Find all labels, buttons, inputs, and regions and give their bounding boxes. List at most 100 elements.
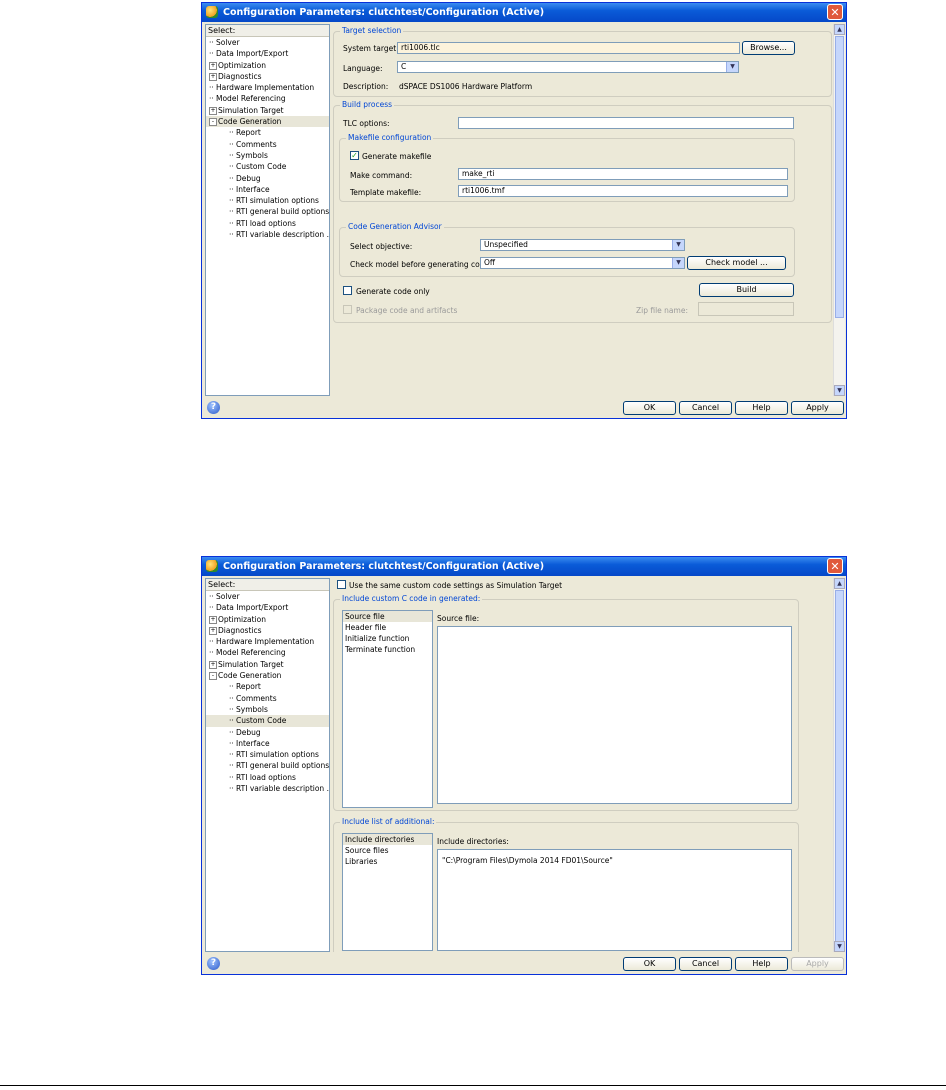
expand-icon[interactable]: +: [209, 615, 217, 624]
tree-item[interactable]: ·· Comments: [206, 139, 329, 150]
list-item[interactable]: Header file: [343, 622, 432, 633]
close-button[interactable]: ✕: [827, 558, 843, 574]
close-button[interactable]: ✕: [827, 4, 843, 20]
tree-item[interactable]: + Optimization: [206, 60, 329, 71]
build-button[interactable]: Build: [699, 283, 794, 297]
check-model-button[interactable]: Check model ...: [687, 256, 786, 270]
tree-item[interactable]: + Diagnostics: [206, 71, 329, 82]
expand-icon[interactable]: +: [209, 626, 217, 635]
scroll-thumb[interactable]: [835, 36, 844, 318]
generate-code-only-checkbox[interactable]: [343, 286, 352, 295]
tree-item[interactable]: ·· Interface: [206, 738, 329, 749]
tree-item[interactable]: ·· Data Import/Export: [206, 48, 329, 59]
list-item[interactable]: Source files: [343, 845, 432, 856]
description-value: dSPACE DS1006 Hardware Platform: [399, 82, 533, 91]
tree-item[interactable]: ·· Hardware Implementation: [206, 636, 329, 647]
cancel-button[interactable]: Cancel: [679, 401, 732, 415]
tree-item[interactable]: ·· RTI simulation options: [206, 195, 329, 206]
browse-button[interactable]: Browse...: [742, 41, 795, 55]
list-item[interactable]: Source file: [343, 611, 432, 622]
tree-item[interactable]: ·· Comments: [206, 693, 329, 704]
apply-button[interactable]: Apply: [791, 401, 844, 415]
scroll-up-icon[interactable]: ▲: [834, 578, 845, 589]
tree-item-label: RTI general build options: [236, 761, 330, 771]
vertical-scrollbar[interactable]: ▲ ▼: [833, 24, 845, 396]
tree-item[interactable]: ·· Solver: [206, 591, 329, 602]
collapse-icon[interactable]: -: [209, 672, 217, 681]
list-item[interactable]: Terminate function: [343, 644, 432, 655]
scroll-up-icon[interactable]: ▲: [834, 24, 845, 35]
help-button[interactable]: Help: [735, 957, 788, 971]
tree-item[interactable]: ·· Report: [206, 127, 329, 138]
system-target-input[interactable]: rti1006.tlc: [397, 42, 740, 54]
tree-item[interactable]: - Code Generation: [206, 116, 329, 128]
use-same-settings-checkbox[interactable]: [337, 580, 346, 589]
objective-select[interactable]: Unspecified ▼: [480, 239, 685, 251]
list-item[interactable]: Libraries: [343, 856, 432, 867]
tree-item[interactable]: + Simulation Target: [206, 105, 329, 116]
tree-item[interactable]: ·· Interface: [206, 184, 329, 195]
chevron-down-icon[interactable]: ▼: [726, 62, 738, 72]
include-list-section-list[interactable]: Include directories Source files Libraries: [342, 833, 433, 951]
include-directories-textarea[interactable]: "C:\Program Files\Dymola 2014 FD01\Sourc…: [437, 849, 792, 951]
tree-item[interactable]: - Code Generation: [206, 670, 329, 681]
chevron-down-icon[interactable]: ▼: [672, 240, 684, 250]
tree-item[interactable]: ·· RTI simulation options: [206, 749, 329, 760]
tree-item[interactable]: ·· Custom Code: [206, 715, 329, 727]
source-file-textarea[interactable]: [437, 626, 792, 804]
scroll-down-icon[interactable]: ▼: [834, 941, 845, 952]
tree-item[interactable]: ·· Debug: [206, 173, 329, 184]
tree-item[interactable]: ·· Symbols: [206, 704, 329, 715]
tree-item[interactable]: ·· RTI general build options: [206, 206, 329, 217]
expand-icon[interactable]: +: [209, 660, 217, 669]
scroll-down-icon[interactable]: ▼: [834, 385, 845, 396]
check-model-label: Check model before generating code:: [350, 260, 492, 269]
tree-connector: ··: [229, 184, 234, 194]
collapse-icon[interactable]: -: [209, 118, 217, 127]
help-icon[interactable]: ?: [207, 401, 220, 414]
tlc-options-input[interactable]: [458, 117, 794, 129]
list-item[interactable]: Include directories: [343, 834, 432, 845]
tree-item[interactable]: + Diagnostics: [206, 625, 329, 636]
cancel-button[interactable]: Cancel: [679, 957, 732, 971]
tree-item[interactable]: ·· Model Referencing: [206, 647, 329, 658]
tree-item[interactable]: ·· Custom Code: [206, 161, 329, 172]
tree-item[interactable]: ·· RTI general build options: [206, 760, 329, 771]
tree-item[interactable]: ·· RTI variable description ...: [206, 783, 329, 794]
template-makefile-input[interactable]: rti1006.tmf: [458, 185, 788, 197]
generate-makefile-checkbox[interactable]: ✓: [350, 151, 359, 160]
help-icon[interactable]: ?: [207, 957, 220, 970]
tree-item[interactable]: ·· RTI load options: [206, 772, 329, 783]
language-select[interactable]: C ▼: [397, 61, 739, 73]
tree-item[interactable]: ·· Solver: [206, 37, 329, 48]
config-dialog-custom-code: Configuration Parameters: clutchtest/Con…: [201, 556, 847, 975]
tree-item[interactable]: ·· Data Import/Export: [206, 602, 329, 613]
list-item[interactable]: Initialize function: [343, 633, 432, 644]
tree-item[interactable]: ·· Hardware Implementation: [206, 82, 329, 93]
expand-icon[interactable]: +: [209, 72, 217, 81]
help-button[interactable]: Help: [735, 401, 788, 415]
tree-item[interactable]: ·· RTI load options: [206, 218, 329, 229]
language-label: Language:: [343, 64, 383, 73]
tree-connector: ··: [229, 139, 234, 149]
tree-item[interactable]: ·· Model Referencing: [206, 93, 329, 104]
check-model-select[interactable]: Off ▼: [480, 257, 685, 269]
vertical-scrollbar[interactable]: ▲ ▼: [833, 578, 845, 952]
title-bar[interactable]: Configuration Parameters: clutchtest/Con…: [202, 557, 846, 576]
tree-item[interactable]: ·· Symbols: [206, 150, 329, 161]
generate-code-only-label: Generate code only: [356, 287, 430, 296]
tree-item[interactable]: ·· Report: [206, 681, 329, 692]
scroll-thumb[interactable]: [835, 590, 844, 942]
tree-item[interactable]: + Simulation Target: [206, 659, 329, 670]
ok-button[interactable]: OK: [623, 401, 676, 415]
tree-item[interactable]: + Optimization: [206, 614, 329, 625]
ok-button[interactable]: OK: [623, 957, 676, 971]
tree-item[interactable]: ·· RTI variable description ...: [206, 229, 329, 240]
make-command-input[interactable]: make_rti: [458, 168, 788, 180]
title-bar[interactable]: Configuration Parameters: clutchtest/Con…: [202, 3, 846, 22]
tree-item[interactable]: ·· Debug: [206, 727, 329, 738]
custom-code-section-list[interactable]: Source file Header file Initialize functio…: [342, 610, 433, 808]
expand-icon[interactable]: +: [209, 106, 217, 115]
expand-icon[interactable]: +: [209, 61, 217, 70]
chevron-down-icon[interactable]: ▼: [672, 258, 684, 268]
